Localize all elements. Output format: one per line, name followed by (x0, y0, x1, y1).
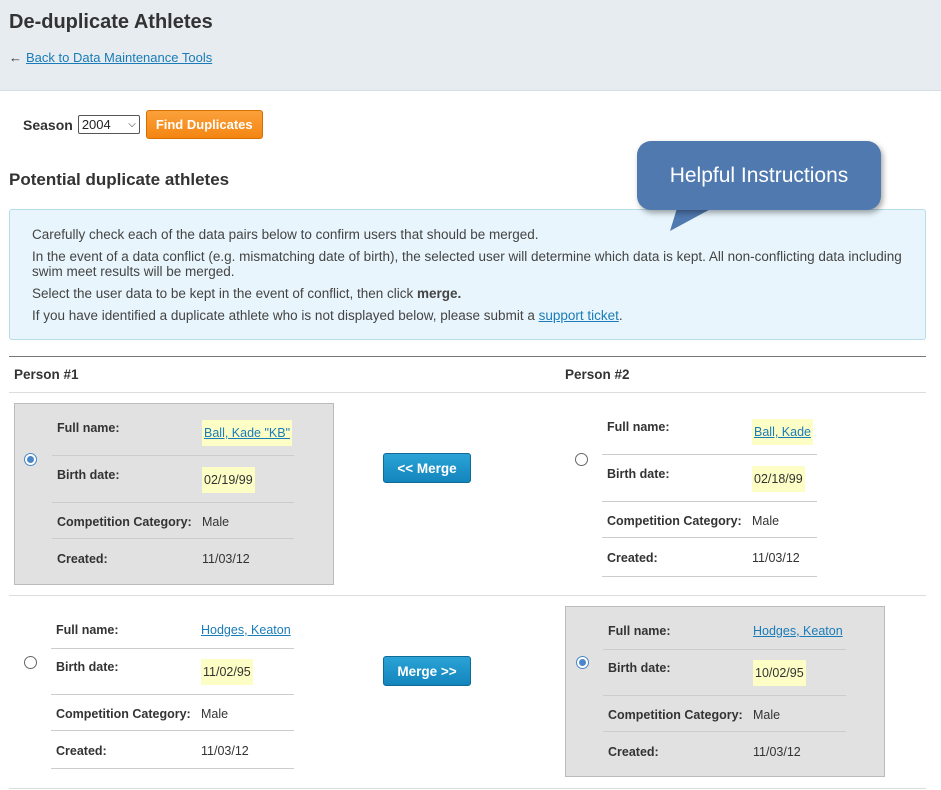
season-value: 2004 (81, 117, 111, 132)
season-label: Season (23, 116, 73, 133)
birth-date-field: Birth date: 11/02/95 (51, 648, 294, 695)
instruction-line: In the event of a data conflict (e.g. mi… (32, 249, 902, 279)
instruction-line: Select the user data to be kept in the e… (32, 286, 462, 301)
created-field: Created: 11/03/12 (602, 539, 817, 585)
birth-date-value: 11/02/95 (201, 659, 253, 685)
select-person-1-radio[interactable] (24, 656, 37, 669)
find-duplicates-button[interactable]: Find Duplicates (145, 110, 263, 139)
table-header: Person #1 Person #2 (9, 356, 926, 393)
created-field: Created: 11/03/12 (51, 732, 294, 778)
select-person-1-radio[interactable] (24, 453, 37, 466)
column-header-person-1: Person #1 (14, 367, 79, 382)
birth-date-field: Birth date: 02/19/99 (52, 456, 294, 503)
birth-date-value: 10/02/95 (753, 660, 806, 686)
athlete-name-link[interactable]: Hodges, Keaton (753, 624, 843, 638)
back-link[interactable]: Back to Data Maintenance Tools (26, 50, 212, 65)
instructions-box: Carefully check each of the data pairs b… (9, 209, 926, 340)
select-person-2-radio[interactable] (576, 656, 589, 669)
column-header-person-2: Person #2 (565, 367, 630, 382)
page-header: De-duplicate Athletes ← Back to Data Main… (0, 0, 941, 91)
back-nav: ← Back to Data Maintenance Tools (9, 50, 212, 65)
athlete-name-link[interactable]: Ball, Kade "KB" (204, 426, 290, 440)
select-person-2-radio[interactable] (575, 453, 588, 466)
season-select[interactable]: 2004 ⌵ (77, 115, 140, 134)
back-arrow-icon: ← (9, 50, 22, 65)
created-field: Created: 11/03/12 (608, 745, 801, 759)
created-value: 11/03/12 (202, 552, 250, 566)
instruction-line: Carefully check each of the data pairs b… (32, 227, 539, 242)
full-name-field: Full name: Ball, Kade (602, 408, 817, 455)
birth-date-field: Birth date: 02/18/99 (602, 455, 817, 502)
section-title: Potential duplicate athletes (9, 170, 230, 189)
merge-left-button[interactable]: << Merge (383, 453, 471, 483)
created-value: 11/03/12 (201, 744, 249, 758)
helpful-instructions-callout: Helpful Instructions (637, 141, 881, 210)
athlete-name-link[interactable]: Hodges, Keaton (201, 623, 291, 637)
birth-date-value: 02/18/99 (752, 466, 805, 492)
created-value: 11/03/12 (753, 745, 801, 759)
season-filter: Season 2004 ⌵ Find Duplicates (23, 110, 263, 139)
full-name-field: Full name: Ball, Kade "KB" (52, 409, 294, 456)
category-value: Male (753, 708, 781, 722)
row-divider (9, 788, 926, 789)
row-divider (9, 595, 926, 596)
chevron-down-icon: ⌵ (128, 119, 136, 130)
page-title: De-duplicate Athletes (9, 11, 213, 33)
created-value: 11/03/12 (752, 551, 800, 565)
category-value: Male (202, 515, 230, 529)
birth-date-value: 02/19/99 (202, 467, 255, 493)
created-field: Created: 11/03/12 (57, 552, 250, 566)
athlete-name-link[interactable]: Ball, Kade (754, 425, 811, 439)
category-value: Male (752, 514, 780, 528)
category-value: Male (201, 707, 229, 721)
support-ticket-link[interactable]: support ticket (539, 308, 619, 323)
merge-right-button[interactable]: Merge >> (383, 656, 471, 686)
instruction-line: If you have identified a duplicate athle… (32, 308, 623, 323)
birth-date-field: Birth date: 10/02/95 (603, 649, 846, 696)
